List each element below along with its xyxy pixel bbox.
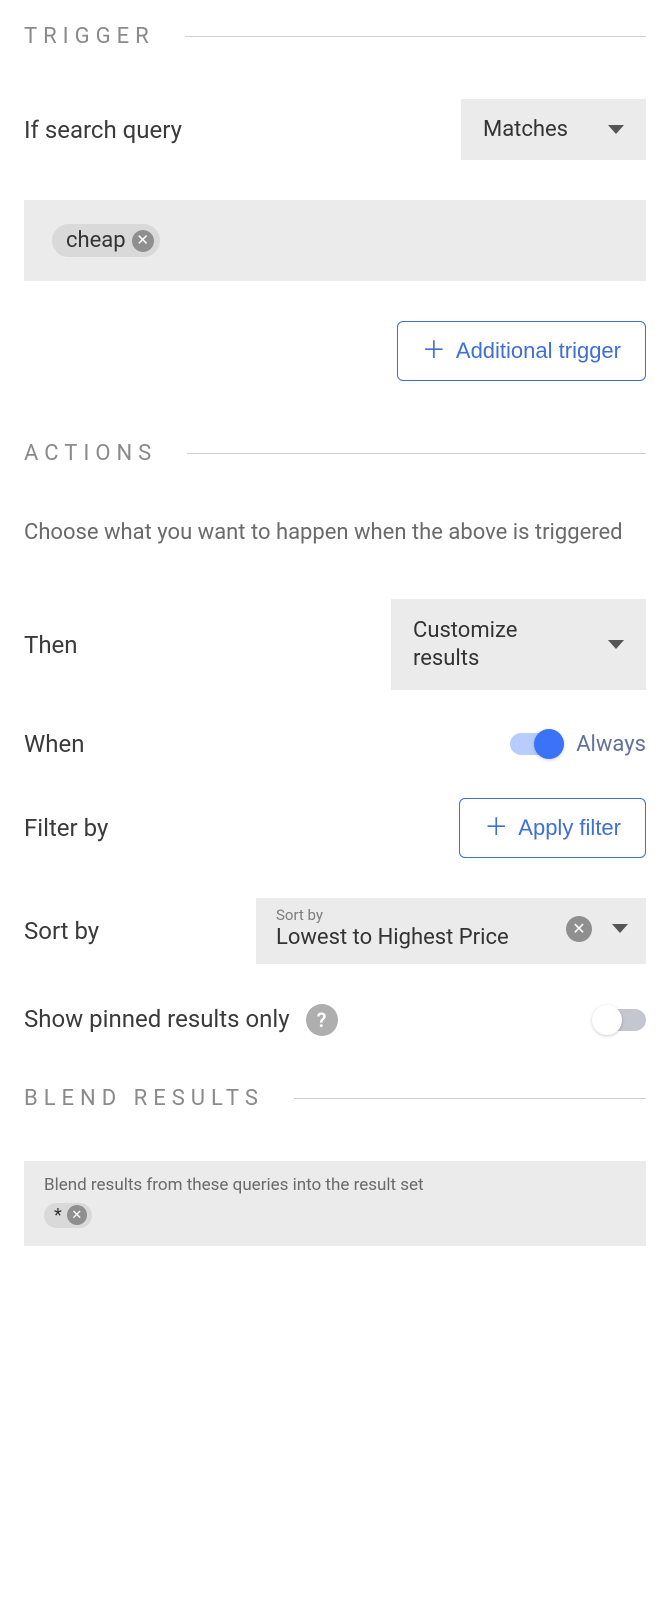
chevron-down-icon [608,125,624,134]
pinned-toggle[interactable] [594,1009,646,1031]
help-icon[interactable]: ? [306,1004,338,1036]
then-row: Then Customize results [24,599,646,690]
apply-filter-label: Apply filter [518,815,621,841]
condition-label: If search query [24,116,182,144]
sort-by-row: Sort by Sort by Lowest to Highest Price … [24,898,646,964]
blend-title: BLEND RESULTS [24,1086,264,1111]
trigger-tag-input[interactable]: cheap ✕ [24,200,646,281]
pinned-label: Show pinned results only [24,1004,290,1035]
blend-query-tag: * ✕ [44,1203,92,1228]
when-row: When Always [24,730,646,758]
actions-section-header: ACTIONS [24,441,646,466]
then-label: Then [24,631,78,659]
actions-description: Choose what you want to happen when the … [24,516,646,549]
plus-icon: ＋ [484,816,508,840]
blend-tag-text: * [54,1205,62,1226]
sort-by-value: Lowest to Highest Price [276,924,546,952]
when-label: When [24,730,85,758]
apply-filter-button[interactable]: ＋ Apply filter [459,798,646,858]
sort-field-mini-label: Sort by [276,906,546,924]
filter-by-row: Filter by ＋ Apply filter [24,798,646,858]
divider [294,1098,646,1099]
sort-by-label: Sort by [24,917,99,945]
then-select[interactable]: Customize results [391,599,646,690]
then-select-text: Customize results [413,617,588,672]
divider [185,36,646,37]
additional-trigger-label: Additional trigger [456,338,621,364]
plus-icon: ＋ [422,339,446,363]
sort-by-select[interactable]: Sort by Lowest to Highest Price ✕ [256,898,646,964]
divider [187,453,646,454]
filter-by-label: Filter by [24,814,108,842]
chevron-down-icon [608,640,624,649]
trigger-section-header: TRIGGER [24,24,646,49]
pinned-row: Show pinned results only ? [24,1004,646,1036]
toggle-knob [592,1005,622,1035]
close-icon[interactable]: ✕ [566,916,592,942]
close-icon[interactable]: ✕ [67,1205,87,1225]
when-toggle[interactable] [510,733,562,755]
matches-select-text: Matches [483,117,568,142]
if-search-query-row: If search query Matches [24,99,646,160]
matches-select[interactable]: Matches [461,99,646,160]
blend-section-header: BLEND RESULTS [24,1086,646,1111]
toggle-knob [534,729,564,759]
tag-text: cheap [66,228,126,253]
chevron-down-icon [612,924,628,933]
trigger-title: TRIGGER [24,24,155,49]
when-toggle-label: Always [576,732,646,757]
additional-trigger-button[interactable]: ＋ Additional trigger [397,321,646,381]
trigger-query-tag: cheap ✕ [52,224,160,257]
blend-description: Blend results from these queries into th… [44,1175,626,1195]
blend-input-area[interactable]: Blend results from these queries into th… [24,1161,646,1246]
actions-title: ACTIONS [24,441,157,466]
close-icon[interactable]: ✕ [132,230,154,252]
